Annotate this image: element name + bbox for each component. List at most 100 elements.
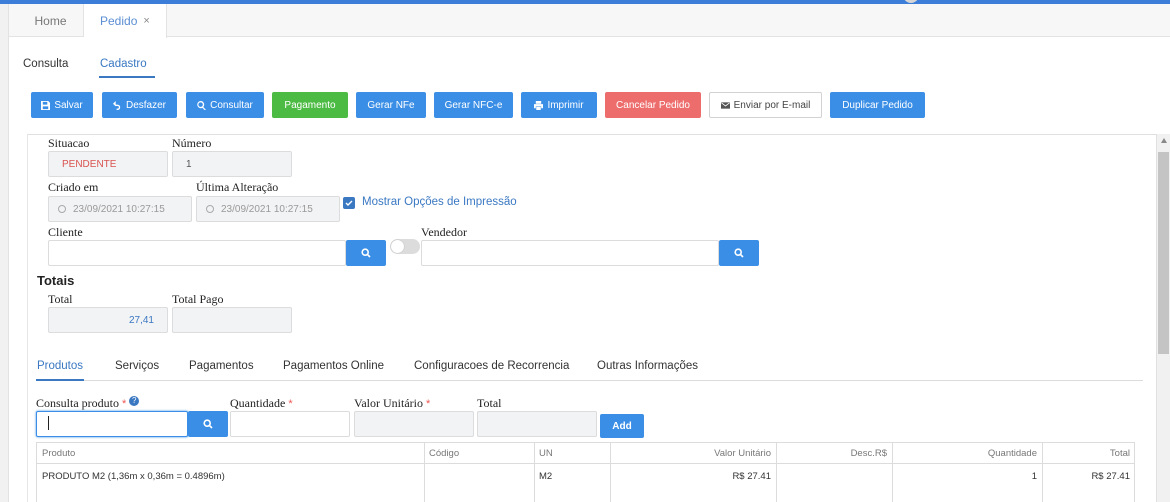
search-icon — [734, 248, 744, 258]
tab-pedido[interactable]: Pedido × — [84, 4, 167, 38]
pagamento-button[interactable]: Pagamento — [272, 92, 348, 118]
tab-home-label: Home — [34, 13, 67, 28]
tab-home[interactable]: Home — [18, 4, 84, 37]
numero-value: 1 — [186, 158, 192, 170]
valor-unitario-input — [354, 411, 474, 437]
duplicate-order-button[interactable]: Duplicar Pedido — [830, 92, 925, 118]
gerar-nfce-button-label: Gerar NFC-e — [444, 99, 503, 111]
vendedor-search-button[interactable] — [719, 240, 759, 266]
quantidade-input[interactable] — [230, 411, 350, 437]
print-options-label[interactable]: Mostrar Opções de Impressão — [362, 196, 517, 208]
consulta-produto-input[interactable] — [36, 411, 188, 437]
cell-quantidade[interactable]: 1 — [892, 465, 1042, 487]
pagamento-button-label: Pagamento — [284, 99, 336, 111]
gerar-nfce-button[interactable]: Gerar NFC-e — [434, 92, 513, 118]
numero-label: Número — [172, 136, 212, 150]
search-icon — [203, 419, 213, 429]
column-header-codigo[interactable]: Código — [424, 443, 534, 464]
produto-search-button[interactable] — [188, 411, 228, 437]
valor-unitario-text: Valor Unitário — [354, 396, 423, 410]
print-button-label: Imprimir — [547, 99, 584, 111]
sub-tabs: Consulta Cadastro — [9, 37, 1170, 78]
tab-servicos[interactable]: Serviços — [115, 360, 159, 372]
search-icon — [197, 100, 207, 110]
required-mark: * — [288, 398, 293, 410]
check-icon — [345, 200, 353, 206]
column-header-valor-unitario[interactable]: Valor Unitário — [610, 443, 776, 464]
cell-un[interactable]: M2 — [534, 465, 610, 487]
tab-pagamentos-online[interactable]: Pagamentos Online — [283, 360, 384, 372]
ultima-alteracao-value: 23/09/2021 10:27:15 — [221, 203, 313, 215]
vendedor-toggle[interactable] — [390, 239, 420, 254]
consulta-produto-label: Consulta produto * ? — [36, 396, 140, 411]
cliente-search-button[interactable] — [346, 240, 386, 266]
column-header-total[interactable]: Total — [1042, 443, 1135, 464]
total-value: 27,41 — [128, 314, 154, 326]
tab-outras-informacoes[interactable]: Outras Informações — [597, 360, 698, 372]
page-left-edge — [0, 4, 9, 502]
column-header-produto[interactable]: Produto — [37, 443, 424, 464]
search-icon — [361, 248, 371, 258]
close-icon[interactable]: × — [143, 15, 149, 27]
clock-icon — [58, 205, 66, 213]
consultar-button[interactable]: Consultar — [186, 92, 264, 118]
valor-unitario-label: Valor Unitário * — [354, 396, 430, 411]
text-cursor — [48, 416, 49, 430]
tab-cadastro[interactable]: Cadastro — [100, 58, 147, 70]
ultima-alteracao-field: 23/09/2021 10:27:15 — [196, 196, 340, 222]
undo-icon — [112, 100, 121, 110]
cell-produto[interactable]: PRODUTO M2 (1,36m x 0,36m = 0.4896m) — [37, 465, 424, 487]
envelope-icon — [720, 101, 730, 109]
total-pago-field — [172, 307, 292, 333]
print-icon — [534, 100, 544, 110]
vendedor-input[interactable] — [421, 240, 719, 266]
situacao-label: Situacao — [48, 136, 90, 150]
gerar-nfe-button[interactable]: Gerar NFe — [356, 92, 426, 118]
cell-codigo[interactable] — [424, 465, 534, 487]
cell-desc[interactable] — [776, 465, 892, 487]
total-produto-label: Total — [477, 396, 502, 410]
situacao-value: PENDENTE — [62, 158, 117, 170]
cliente-input[interactable] — [48, 240, 346, 266]
cell-total[interactable]: R$ 27.41 — [1042, 465, 1135, 487]
send-email-button[interactable]: Enviar por E-mail — [709, 92, 822, 118]
cliente-label: Cliente — [48, 225, 83, 239]
clock-icon — [206, 205, 214, 213]
tab-consulta[interactable]: Consulta — [23, 58, 68, 70]
duplicate-order-button-label: Duplicar Pedido — [842, 99, 913, 111]
profile-indicator — [903, 0, 919, 3]
save-icon — [41, 100, 51, 110]
total-produto-input — [477, 411, 597, 437]
save-button[interactable]: Salvar — [31, 92, 93, 118]
numero-field: 1 — [172, 151, 292, 177]
consultar-button-label: Consultar — [210, 99, 253, 111]
required-mark: * — [425, 398, 431, 410]
help-icon[interactable]: ? — [129, 396, 140, 406]
cell-valor-unitario[interactable]: R$ 27.41 — [610, 465, 776, 487]
required-mark: * — [122, 398, 127, 410]
criado-em-label: Criado em — [48, 180, 99, 194]
quantidade-label: Quantidade * — [230, 396, 293, 411]
scroll-thumb[interactable] — [1158, 152, 1169, 354]
tab-configuracoes-recorrencia[interactable]: Configuracoes de Recorrencia — [414, 360, 569, 372]
tab-produtos[interactable]: Produtos — [37, 360, 83, 372]
undo-button[interactable]: Desfazer — [102, 92, 177, 118]
print-button[interactable]: Imprimir — [521, 92, 597, 118]
gerar-nfe-button-label: Gerar NFe — [367, 99, 415, 111]
add-product-button[interactable]: Add — [600, 414, 644, 438]
save-button-label: Salvar — [54, 99, 83, 111]
total-pago-label: Total Pago — [172, 292, 224, 306]
vertical-scrollbar[interactable] — [1156, 134, 1170, 502]
send-email-button-label: Enviar por E-mail — [733, 99, 811, 111]
print-options-checkbox[interactable] — [343, 197, 355, 209]
cancel-order-button[interactable]: Cancelar Pedido — [605, 92, 701, 118]
column-header-un[interactable]: UN — [534, 443, 610, 464]
toggle-knob — [391, 240, 404, 253]
column-header-desc[interactable]: Desc.R$ — [776, 443, 892, 464]
total-label: Total — [48, 292, 73, 306]
scroll-up-icon[interactable] — [1161, 138, 1167, 143]
column-header-quantidade[interactable]: Quantidade — [892, 443, 1042, 464]
tab-pagamentos[interactable]: Pagamentos — [189, 360, 254, 372]
products-table: Produto Código UN Valor Unitário Desc.R$… — [36, 442, 1135, 502]
total-field: 27,41 — [48, 307, 168, 333]
